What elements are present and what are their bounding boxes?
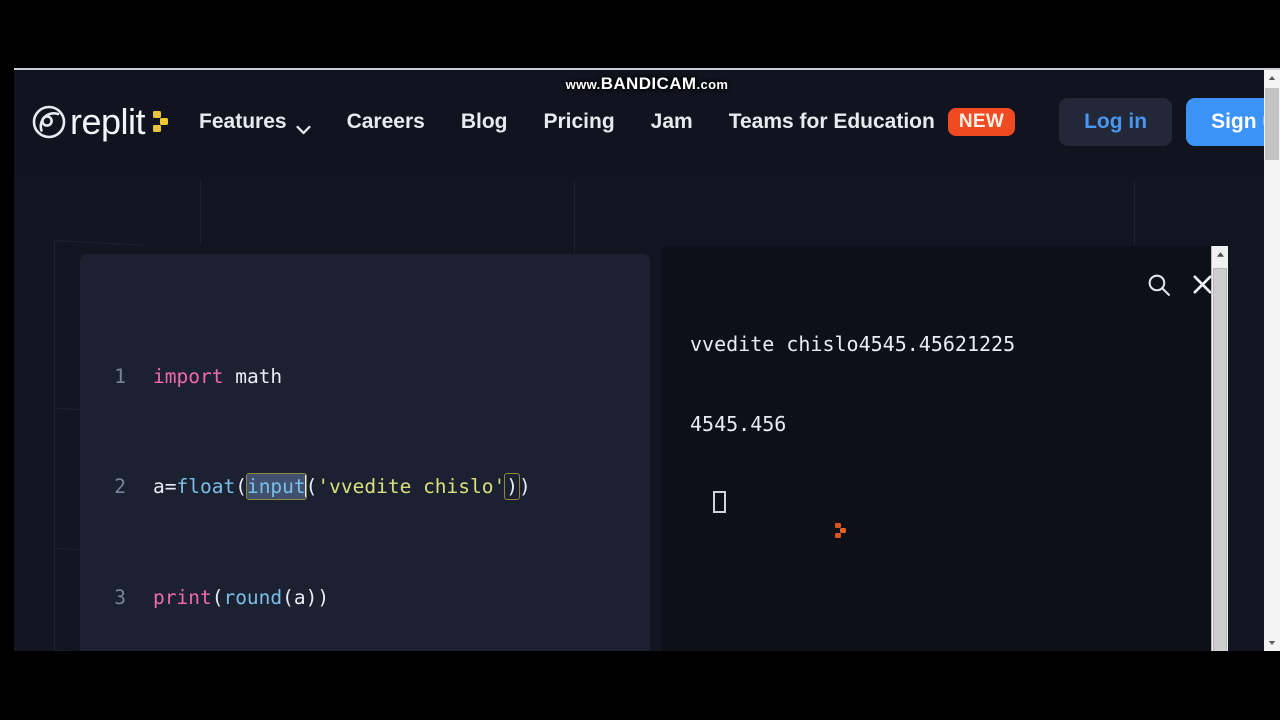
nav-item-features[interactable]: Features (199, 110, 311, 135)
replit-prompt-icon (690, 493, 846, 538)
search-icon[interactable] (1146, 272, 1171, 302)
nav-item-pricing-label: Pricing (543, 110, 615, 133)
nav-item-careers[interactable]: Careers (347, 110, 425, 134)
token-function: float (176, 475, 236, 499)
line-content: print(round(a)) (153, 584, 650, 612)
token-print: print (153, 585, 212, 609)
code-line: 3 print(round(a)) (80, 584, 650, 612)
console-output-line: vvedite chislo4545.45621225 (690, 332, 1016, 356)
new-badge: NEW (947, 108, 1016, 136)
token-module: math (235, 364, 283, 388)
line-content: a=float(input('vvedite chislo')) (153, 473, 650, 501)
page-scroll-down-arrow-icon[interactable] (1264, 635, 1280, 651)
token-keyword: import (153, 364, 224, 388)
nav-item-features-label: Features (199, 110, 287, 133)
console-input-row[interactable] (690, 491, 1228, 538)
console-toolbar (1146, 272, 1214, 302)
browser-page: replit Features Careers Blog Pricing Jam… (14, 68, 1280, 651)
nav-item-pricing[interactable]: Pricing (543, 110, 614, 134)
replit-wordmark: replit (70, 101, 146, 142)
token-paren: ( (305, 475, 318, 499)
line-number: 3 (114, 585, 126, 609)
nav-item-teams-label: Teams for Education (728, 110, 935, 133)
token-selected-input: input (245, 473, 307, 501)
nav-item-jam-label: Jam (650, 110, 693, 133)
site-navigation-bar: replit Features Careers Blog Pricing Jam… (14, 70, 1280, 174)
token-paren: ) (519, 475, 531, 499)
browser-page-scrollbar[interactable] (1264, 70, 1280, 651)
scroll-up-arrow-icon[interactable] (1212, 246, 1228, 262)
replit-mark-icon (32, 105, 66, 139)
code-line: 2 a=float(input('vvedite chislo')) (80, 473, 650, 501)
screen-recording-frame: replit Features Careers Blog Pricing Jam… (0, 0, 1280, 720)
code-editor-panel[interactable]: 1 import math 2 a=float(input('vvedite c… (80, 254, 650, 651)
nav-item-blog[interactable]: Blog (461, 110, 508, 134)
token-function: round (223, 585, 283, 609)
console-block-cursor (713, 491, 726, 513)
chevron-down-icon (296, 117, 311, 135)
console-scroll-thumb[interactable] (1213, 268, 1227, 651)
token-variable: a (153, 475, 165, 499)
replit-prompt-icon (153, 109, 169, 135)
code-line: 1 import math (80, 363, 650, 391)
token-args: (a)) (282, 585, 330, 609)
nav-item-careers-label: Careers (346, 110, 425, 133)
line-number: 1 (114, 364, 126, 388)
nav-item-jam[interactable]: Jam (651, 110, 693, 134)
nav-item-blog-label: Blog (460, 110, 508, 133)
login-button[interactable]: Log in (1059, 98, 1173, 146)
bg-deco-line (54, 240, 55, 651)
line-number: 2 (114, 475, 126, 499)
console-output-line: 4545.456 (690, 411, 787, 436)
nav-item-teams-for-education[interactable]: Teams for Education NEW (728, 108, 1016, 136)
line-content: import math (153, 363, 650, 391)
token-paren: ( (235, 475, 247, 499)
token-operator: = (164, 475, 177, 499)
token-paren: ( (211, 585, 224, 609)
code-area[interactable]: 1 import math 2 a=float(input('vvedite c… (80, 254, 650, 651)
replit-logo[interactable]: replit (32, 104, 169, 140)
bg-deco-line (200, 180, 201, 244)
token-matching-bracket: ) (504, 473, 520, 501)
token-string: 'vvedite chislo' (317, 475, 506, 499)
bg-deco-line (53, 240, 144, 246)
console-scrollbar[interactable] (1211, 246, 1228, 651)
console-output: vvedite chislo4545.45621225 4545.456 (662, 246, 1228, 566)
page-scroll-thumb[interactable] (1265, 88, 1279, 160)
console-panel[interactable]: vvedite chislo4545.45621225 4545.456 (662, 246, 1228, 651)
page-scroll-up-arrow-icon[interactable] (1264, 70, 1280, 86)
